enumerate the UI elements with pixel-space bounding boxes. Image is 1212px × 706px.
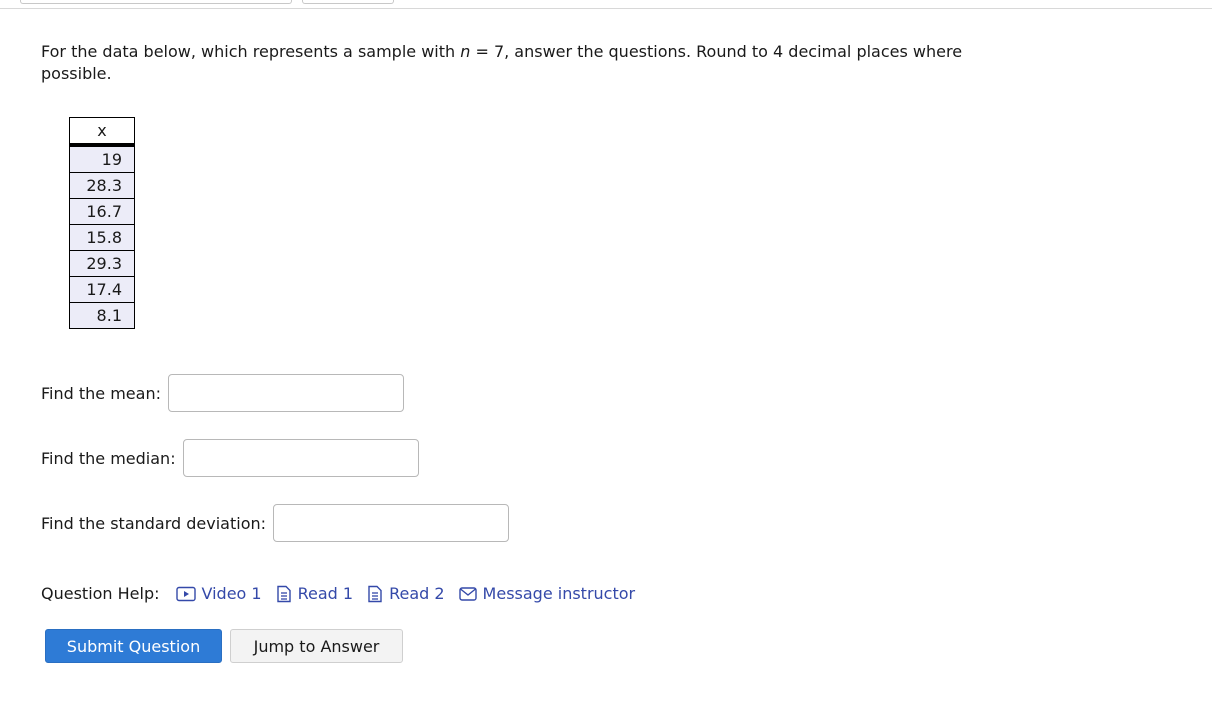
read-2-label: Read 2	[389, 584, 445, 603]
table-header-x: x	[69, 117, 135, 147]
submit-question-button[interactable]: Submit Question	[45, 629, 222, 663]
video-link[interactable]: Video 1	[175, 584, 262, 603]
table-cell: 28.3	[69, 172, 135, 199]
question-help: Question Help: Video 1 Read 1 Read 2 Mes…	[41, 584, 649, 603]
message-instructor-link[interactable]: Message instructor	[458, 584, 636, 603]
top-toolbar-fragment	[20, 0, 292, 4]
sd-label: Find the standard deviation:	[41, 513, 267, 533]
video-link-label: Video 1	[201, 584, 262, 603]
mean-question: Find the mean:	[41, 374, 404, 412]
data-table: x 19 28.3 16.7 15.8 29.3 17.4 8.1	[69, 117, 135, 329]
document-icon	[276, 585, 292, 603]
table-cell: 17.4	[69, 276, 135, 303]
median-label: Find the median:	[41, 448, 176, 468]
median-input[interactable]	[182, 439, 419, 477]
video-icon	[175, 586, 196, 602]
read-2-link[interactable]: Read 2	[367, 584, 445, 603]
document-icon	[367, 585, 383, 603]
sd-input[interactable]	[273, 504, 510, 542]
median-question: Find the median:	[41, 439, 419, 477]
envelope-icon	[458, 586, 477, 602]
mean-label: Find the mean:	[41, 383, 161, 403]
table-cell: 19	[69, 144, 135, 173]
sd-question: Find the standard deviation:	[41, 504, 510, 542]
table-cell: 8.1	[69, 302, 135, 329]
top-divider	[0, 8, 1212, 9]
table-cell: 29.3	[69, 250, 135, 277]
table-cell: 16.7	[69, 198, 135, 225]
question-prompt: For the data below, which represents a s…	[41, 41, 1001, 85]
message-instructor-label: Message instructor	[482, 584, 636, 603]
read-1-label: Read 1	[297, 584, 354, 603]
top-toolbar-fragment-2	[302, 0, 394, 4]
table-cell: 15.8	[69, 224, 135, 251]
mean-input[interactable]	[167, 374, 404, 412]
read-1-link[interactable]: Read 1	[276, 584, 353, 603]
help-label: Question Help:	[41, 584, 160, 603]
jump-to-answer-button[interactable]: Jump to Answer	[230, 629, 403, 663]
prompt-text-start: For the data below, which represents a s…	[41, 42, 461, 61]
variable-n: n	[460, 42, 471, 61]
